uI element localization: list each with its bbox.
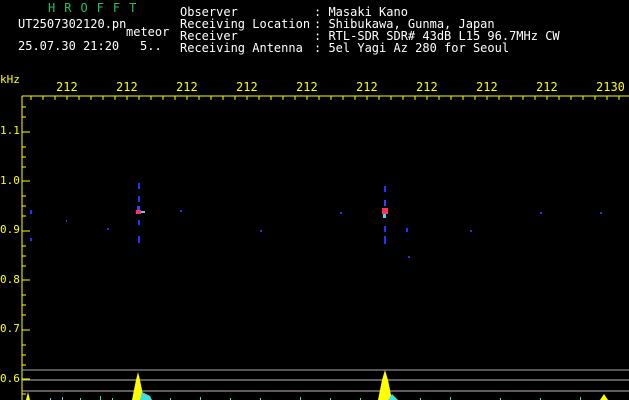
noise-floor (50, 396, 581, 400)
signal-peaks (22, 370, 608, 400)
meteor-echo (136, 183, 145, 243)
noise-specks (30, 210, 602, 258)
y-tick-marks (22, 106, 30, 395)
spectrogram (21, 95, 629, 400)
x-tick-marks (30, 96, 620, 100)
meteor-echo (382, 186, 388, 244)
